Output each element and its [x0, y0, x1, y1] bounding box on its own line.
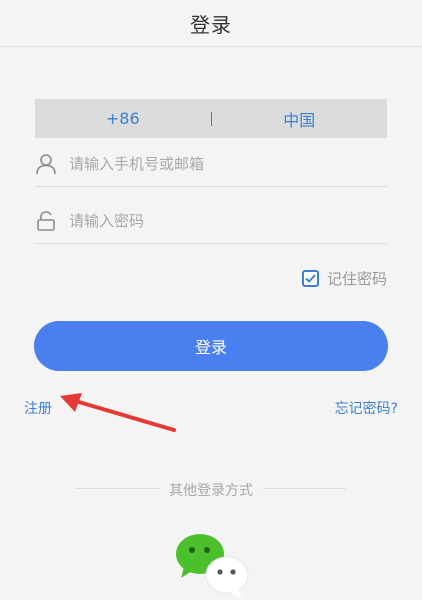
remember-label: 记住密码 — [326, 270, 387, 288]
register-link[interactable]: 注册 — [24, 398, 52, 418]
lock-icon — [35, 210, 57, 232]
country-code-button[interactable]: +86 — [35, 99, 211, 138]
account-input[interactable] — [69, 155, 369, 173]
wechat-icon[interactable] — [172, 533, 250, 600]
login-button[interactable]: 登录 — [34, 321, 388, 371]
country-name-button[interactable]: 中国 — [212, 99, 388, 138]
password-field — [35, 199, 387, 244]
password-input[interactable] — [69, 212, 369, 230]
other-login-label-wrap: 其他登录方式 — [0, 480, 422, 500]
forgot-password-link[interactable]: 忘记密码? — [335, 398, 398, 418]
red-arrow-annotation — [60, 393, 176, 432]
account-field — [35, 142, 387, 187]
region-selector: +86 中国 — [35, 99, 387, 138]
checkmark-icon — [305, 274, 316, 283]
title-bar: 登录 — [0, 0, 422, 47]
other-login-label: 其他登录方式 — [159, 483, 263, 499]
user-icon — [35, 153, 57, 175]
remember-checkbox[interactable] — [301, 270, 319, 287]
remember-password-toggle[interactable]: 记住密码 — [301, 268, 387, 289]
page-title: 登录 — [190, 12, 232, 37]
login-screen: 登录 +86 中国 记住密码 登录 注 — [0, 0, 422, 600]
